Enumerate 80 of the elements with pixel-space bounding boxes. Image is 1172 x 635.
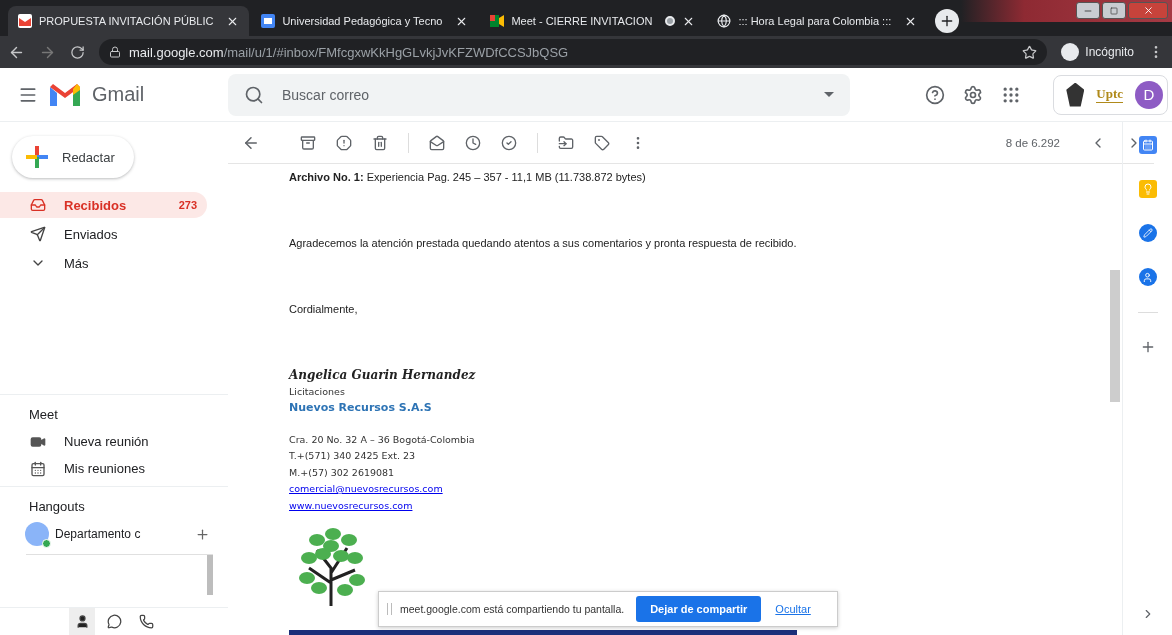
calendar-icon (30, 460, 46, 477)
chat-bubble-icon (106, 614, 122, 629)
contact-line: Cra. 20 No. 32 A – 36 Bogotá-Colombia (289, 432, 476, 447)
contacts-icon[interactable] (1138, 268, 1157, 286)
calendar-icon[interactable] (1138, 136, 1157, 154)
calendar-favicon-icon (261, 14, 276, 28)
sidebar-item[interactable]: Recibidos 273 (0, 192, 207, 218)
search-field[interactable]: Buscar correo (228, 73, 850, 116)
scrollbar-thumb[interactable] (1110, 270, 1120, 402)
attachment-line: Archivo No. 1: Experiencia Pag. 245 – 357 - 11,1 MB (11.738.872 bytes) (289, 170, 647, 184)
add-icon[interactable] (195, 526, 210, 542)
delete-icon[interactable] (372, 134, 388, 151)
meet-item[interactable]: Nueva reunión (0, 428, 228, 455)
contacts-tab[interactable] (69, 608, 95, 635)
signature-role: Licitaciones (289, 385, 346, 399)
report-spam-icon[interactable] (336, 134, 352, 151)
signature-link[interactable]: www.nuevosrecursos.com (289, 497, 413, 514)
share-message: meet.google.com está compartiendo tu pantalla. (400, 603, 625, 615)
signature-name: Angelica Guarin Hernandez (289, 368, 477, 382)
archive-icon[interactable] (300, 134, 316, 151)
reload-icon[interactable] (70, 44, 85, 60)
browser-tab[interactable]: PROPUESTA INVITACIÓN PÚBLIC (8, 6, 250, 36)
maximize-icon (1110, 6, 1118, 15)
compose-button[interactable]: Redactar (12, 136, 134, 178)
avatar[interactable]: D (1135, 80, 1163, 109)
unread-count: 273 (178, 199, 197, 211)
pagination-text: 8 de 6.292 (1005, 136, 1060, 149)
message-paragraph: Agradecemos la atención prestada quedando atentos a sus comentarios y pronta respuesta de recibido. (289, 236, 798, 250)
scrollbar-thumb[interactable] (207, 555, 213, 595)
inbox-icon (30, 197, 46, 213)
contact-line: T.+(571) 340 2425 Ext. 23 (289, 449, 417, 463)
dropdown-caret-icon[interactable] (824, 92, 834, 97)
incognito-icon (1061, 43, 1080, 61)
sidebar-item[interactable]: Más (0, 250, 207, 276)
account-card[interactable]: Uptc D (1053, 74, 1168, 115)
url-host: mail.google.com (129, 44, 224, 60)
address-bar[interactable]: mail.google.com/mail/u/1/#inbox/FMfcgxwKkHgGLvkjJvKFZWDfCCSJbQSG (99, 39, 1048, 65)
settings-icon[interactable] (963, 84, 984, 105)
signature-link[interactable]: comercial@nuevosrecursos.com (289, 481, 443, 498)
new-tab-button[interactable] (935, 9, 960, 33)
crest-icon (1066, 82, 1085, 107)
close-icon (1142, 5, 1154, 16)
person-icon (74, 614, 90, 629)
move-to-icon[interactable] (558, 134, 574, 151)
lock-icon (109, 46, 121, 58)
organization-logo: Uptc (1096, 86, 1123, 103)
browser-tab[interactable]: Meet - CIERRE INVITACION (480, 6, 706, 36)
mark-unread-icon[interactable] (429, 134, 445, 151)
minimize-button[interactable] (1076, 2, 1100, 19)
url-path: /mail/u/1/#inbox/FMfcgxwKkHgGLvkjJvKFZWDfCCSJbQSG (223, 44, 569, 60)
contact-name[interactable]: Departamento c (55, 527, 145, 541)
gmail-favicon-icon (18, 14, 32, 28)
closing-text: Cordialmente, (289, 302, 359, 316)
help-icon[interactable] (925, 84, 946, 105)
section-title: Meet (28, 407, 59, 422)
gmail-logo-icon (50, 83, 80, 106)
bookmark-star-icon[interactable] (1022, 44, 1038, 60)
incognito-label: Incógnito (1085, 45, 1134, 59)
drag-handle-icon[interactable] (387, 603, 392, 615)
browser-tab[interactable]: ::: Hora Legal para Colombia ::: (707, 6, 928, 36)
browser-tab[interactable]: Universidad Pedagógica y Tecno (251, 6, 479, 36)
contact-line: M.+(57) 302 2619081 (289, 465, 396, 480)
add-task-icon[interactable] (501, 134, 517, 151)
sidebar-item[interactable]: Enviados (0, 221, 207, 247)
maximize-button[interactable] (1102, 2, 1126, 19)
search-input[interactable]: Buscar correo (280, 85, 808, 104)
search-icon[interactable] (244, 84, 264, 105)
app-name: Gmail (92, 83, 145, 106)
stop-sharing-button[interactable]: Dejar de compartir (636, 596, 762, 622)
plus-icon (26, 146, 48, 168)
section-title: Hangouts (28, 499, 86, 514)
hide-link[interactable]: Ocultar (775, 603, 811, 615)
company-name: Nuevos Recursos S.A.S (289, 400, 433, 414)
meet-item[interactable]: Mis reuniones (0, 455, 228, 482)
video-camera-favicon-icon (490, 14, 505, 28)
label-icon[interactable] (594, 134, 610, 151)
phone-icon (138, 614, 154, 629)
snooze-icon[interactable] (465, 134, 481, 151)
send-icon (30, 226, 46, 242)
globe-favicon-icon (717, 14, 732, 28)
